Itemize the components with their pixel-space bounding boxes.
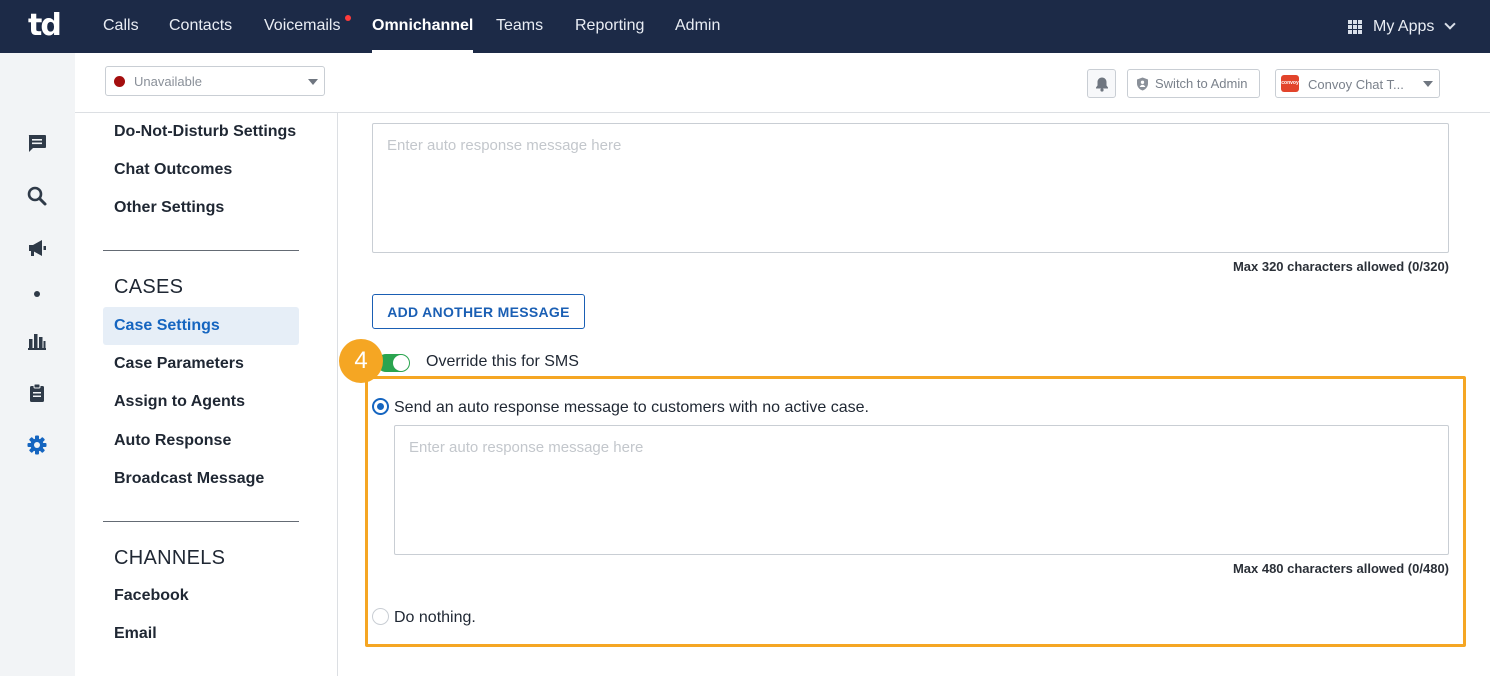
send-auto-response-radio[interactable] <box>372 398 389 415</box>
nav-contacts[interactable]: Contacts <box>169 0 232 53</box>
sidebar-item-broadcast-message[interactable]: Broadcast Message <box>103 460 299 498</box>
nav-omnichannel[interactable]: Omnichannel <box>372 0 474 53</box>
shield-icon <box>1137 77 1148 91</box>
do-nothing-radio[interactable] <box>372 608 389 625</box>
left-icon-rail <box>0 53 75 676</box>
sidebar-divider <box>103 521 299 522</box>
td-logo[interactable]: td <box>28 10 64 42</box>
nav-teams[interactable]: Teams <box>496 0 543 53</box>
add-another-message-button[interactable]: ADD ANOTHER MESSAGE <box>372 294 585 329</box>
sidebar-item-email[interactable]: Email <box>103 615 299 653</box>
sidebar-item-other-settings[interactable]: Other Settings <box>103 189 299 227</box>
agent-status-value: Unavailable <box>134 74 202 89</box>
clipboard-icon[interactable] <box>26 382 48 404</box>
chat-icon[interactable] <box>26 132 48 154</box>
sms-character-count-hint: Max 480 characters allowed (0/480) <box>1232 561 1449 576</box>
auto-response-message-input[interactable] <box>372 123 1449 253</box>
chevron-down-icon <box>1444 17 1457 30</box>
chat-channel-value: Convoy Chat T... <box>1308 77 1404 92</box>
switch-to-admin-button[interactable]: Switch to Admin <box>1127 69 1260 98</box>
character-count-hint: Max 320 characters allowed (0/320) <box>1232 259 1449 274</box>
sidebar-heading-channels: CHANNELS <box>114 547 226 569</box>
megaphone-icon[interactable] <box>26 237 48 259</box>
agent-toolbar: Unavailable Switch to Admin convoy Convo… <box>75 53 1490 113</box>
search-icon[interactable] <box>26 185 48 207</box>
top-navigation-bar: td Calls Contacts Voicemails Omnichannel… <box>0 0 1490 53</box>
sidebar-heading-cases: CASES <box>114 276 184 298</box>
my-apps-label: My Apps <box>1373 18 1435 35</box>
my-apps-menu[interactable]: My Apps <box>1348 0 1457 53</box>
sidebar-item-assign-to-agents[interactable]: Assign to Agents <box>103 383 299 421</box>
status-indicator-dot <box>114 76 125 87</box>
agent-status-select[interactable]: Unavailable <box>105 66 325 96</box>
convoy-logo: convoy <box>1281 75 1299 92</box>
nav-calls[interactable]: Calls <box>103 0 139 53</box>
grid-icon <box>1348 19 1362 34</box>
caret-down-icon <box>1423 81 1433 87</box>
switch-to-admin-label: Switch to Admin <box>1155 76 1248 91</box>
voicemail-notification-dot <box>345 15 351 21</box>
step-number-badge: 4 <box>339 339 383 383</box>
bell-icon <box>1096 77 1108 92</box>
nav-voicemails[interactable]: Voicemails <box>264 0 340 53</box>
sms-auto-response-message-input[interactable] <box>394 425 1449 555</box>
override-sms-label: Override this for SMS <box>426 353 579 370</box>
sidebar-item-facebook[interactable]: Facebook <box>103 577 299 615</box>
nav-admin[interactable]: Admin <box>675 0 720 53</box>
chat-channel-select[interactable]: convoy Convoy Chat T... <box>1275 69 1440 98</box>
sidebar-item-case-settings[interactable]: Case Settings <box>103 307 299 345</box>
send-auto-response-label: Send an auto response message to custome… <box>394 399 869 416</box>
do-nothing-label: Do nothing. <box>394 609 476 626</box>
sidebar-item-case-parameters[interactable]: Case Parameters <box>103 345 299 383</box>
notifications-button[interactable] <box>1087 69 1116 98</box>
sidebar-item-chat-outcomes[interactable]: Chat Outcomes <box>103 151 299 189</box>
settings-sidebar: Do-Not-Disturb Settings Chat Outcomes Ot… <box>75 113 338 676</box>
nav-reporting[interactable]: Reporting <box>575 0 644 53</box>
dot-icon[interactable] <box>26 283 48 305</box>
toggle-knob <box>393 355 409 371</box>
bar-chart-icon[interactable] <box>26 330 48 352</box>
sidebar-item-do-not-disturb[interactable]: Do-Not-Disturb Settings <box>103 113 299 151</box>
caret-down-icon <box>308 79 318 85</box>
sidebar-divider <box>103 250 299 251</box>
case-settings-content: Max 320 characters allowed (0/320) ADD A… <box>339 113 1490 676</box>
sidebar-item-auto-response[interactable]: Auto Response <box>103 422 299 460</box>
gear-icon[interactable] <box>26 434 48 456</box>
